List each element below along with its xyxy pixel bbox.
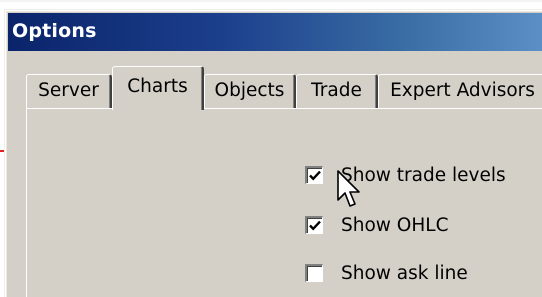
option-show-ohlc[interactable]: Show OHLC (305, 212, 449, 238)
window-title: Options (12, 20, 97, 42)
show-ohlc-label: Show OHLC (341, 214, 449, 236)
tab-trade[interactable]: Trade (296, 74, 378, 108)
option-show-trade-levels[interactable]: Show trade levels (305, 162, 506, 188)
option-show-ask-line[interactable]: Show ask line (305, 260, 468, 286)
tab-strip: Server Charts Objects Trade Expert Advis… (26, 66, 542, 110)
show-trade-levels-label: Show trade levels (341, 164, 506, 186)
tab-charts[interactable]: Charts (112, 66, 204, 110)
screen: Options Server Charts Objects Trade Expe… (0, 0, 542, 297)
title-bar[interactable]: Options (8, 13, 542, 51)
show-trade-levels-checkbox[interactable] (305, 166, 323, 184)
tab-objects[interactable]: Objects (204, 74, 296, 108)
show-ask-line-checkbox[interactable] (305, 264, 323, 282)
check-icon (309, 170, 321, 181)
show-ohlc-checkbox[interactable] (305, 216, 323, 234)
show-ask-line-label: Show ask line (341, 262, 468, 284)
charts-tab-panel: Show trade levels Show OHLC Show ask lin… (26, 108, 542, 297)
tab-expert-advisors[interactable]: Expert Advisors (378, 74, 542, 108)
chart-background-line (0, 0, 542, 2)
tab-server[interactable]: Server (26, 74, 112, 108)
arrow-cursor-icon (337, 170, 360, 207)
check-icon (309, 220, 321, 231)
